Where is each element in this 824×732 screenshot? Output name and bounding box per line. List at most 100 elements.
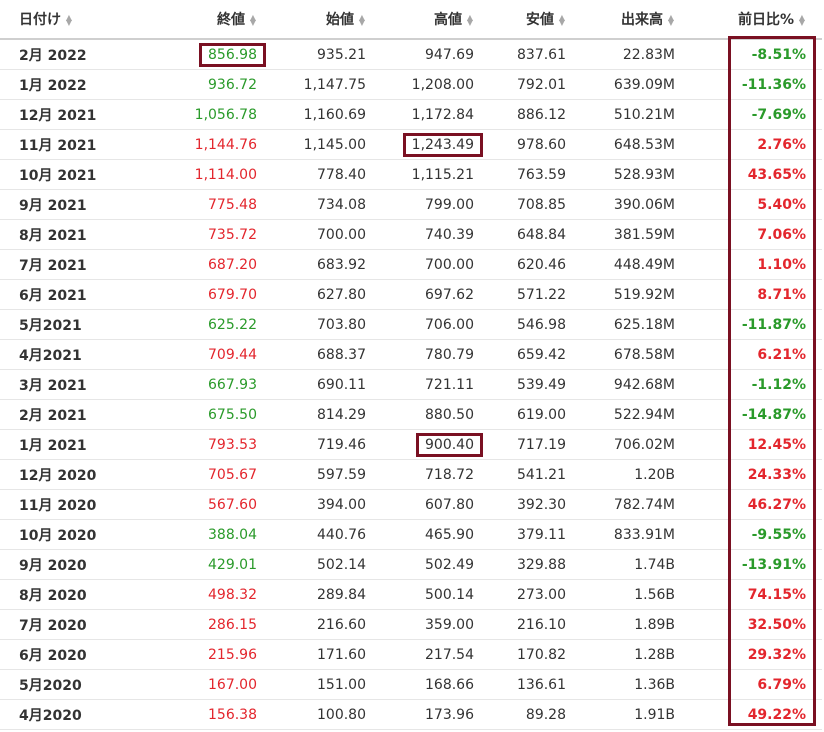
open-cell: 719.46 <box>267 429 376 460</box>
column-header-label: 日付け <box>19 12 61 28</box>
column-header-low[interactable]: 安値 ▲ ▼ <box>484 0 576 40</box>
open-cell: 690.11 <box>267 369 376 400</box>
high-cell: 465.90 <box>376 519 484 550</box>
date-cell: 10月 2020 <box>0 519 158 550</box>
column-header-close[interactable]: 終値 ▲ ▼ <box>158 0 267 40</box>
column-header-open[interactable]: 始値 ▲ ▼ <box>267 0 376 40</box>
highlighted-value: 1,243.49 <box>402 132 483 157</box>
date-cell: 10月 2021 <box>0 159 158 190</box>
change-cell: 6.79% <box>685 669 822 700</box>
volume-cell: 1.20B <box>576 459 685 490</box>
close-cell: 675.50 <box>158 399 267 430</box>
volume-cell: 522.94M <box>576 399 685 430</box>
change-cell: 5.40% <box>685 189 822 220</box>
sort-up-down-icon[interactable]: ▲ ▼ <box>798 14 806 27</box>
volume-cell: 448.49M <box>576 249 685 280</box>
close-cell: 625.22 <box>158 309 267 340</box>
low-cell: 659.42 <box>484 339 576 370</box>
change-cell: 8.71% <box>685 279 822 310</box>
volume-cell: 1.36B <box>576 669 685 700</box>
sort-up-down-icon[interactable]: ▲ ▼ <box>667 14 675 27</box>
open-cell: 683.92 <box>267 249 376 280</box>
table-row: 10月 2020 388.04 440.76 465.90 379.11 833.91M -… <box>0 519 822 550</box>
high-cell: 880.50 <box>376 399 484 430</box>
table-row: 5月2020 167.00 151.00 168.66 136.61 1.36B 6.79% <box>0 669 822 700</box>
high-cell: 700.00 <box>376 249 484 280</box>
close-cell: 705.67 <box>158 459 267 490</box>
date-cell: 2月 2022 <box>0 39 158 70</box>
column-header-high[interactable]: 高値 ▲ ▼ <box>376 0 484 40</box>
close-cell: 1,114.00 <box>158 159 267 190</box>
open-cell: 100.80 <box>267 699 376 730</box>
date-cell: 9月 2021 <box>0 189 158 220</box>
column-header-change[interactable]: 前日比% ▲ ▼ <box>685 0 822 40</box>
date-cell: 12月 2021 <box>0 99 158 130</box>
high-cell: 1,208.00 <box>376 69 484 100</box>
table-row: 3月 2021 667.93 690.11 721.11 539.49 942.68M -1… <box>0 369 822 400</box>
high-cell: 1,115.21 <box>376 159 484 190</box>
date-cell: 6月 2021 <box>0 279 158 310</box>
change-cell: 49.22% <box>685 699 822 730</box>
close-cell: 286.15 <box>158 609 267 640</box>
open-cell: 1,147.75 <box>267 69 376 100</box>
low-cell: 273.00 <box>484 579 576 610</box>
date-cell: 5月2020 <box>0 669 158 700</box>
high-cell: 607.80 <box>376 489 484 520</box>
close-cell: 775.48 <box>158 189 267 220</box>
high-cell: 1,243.49 <box>376 129 484 160</box>
table-row: 7月 2021 687.20 683.92 700.00 620.46 448.49M 1.… <box>0 249 822 280</box>
high-cell: 173.96 <box>376 699 484 730</box>
open-cell: 1,160.69 <box>267 99 376 130</box>
change-cell: 12.45% <box>685 429 822 460</box>
change-cell: 2.76% <box>685 129 822 160</box>
change-cell: 74.15% <box>685 579 822 610</box>
table-row: 11月 2020 567.60 394.00 607.80 392.30 782.74M 4… <box>0 489 822 520</box>
volume-cell: 942.68M <box>576 369 685 400</box>
open-cell: 778.40 <box>267 159 376 190</box>
table-row: 6月 2020 215.96 171.60 217.54 170.82 1.28B 29.3… <box>0 639 822 670</box>
sort-up-down-icon[interactable]: ▲ ▼ <box>466 14 474 27</box>
change-cell: -8.51% <box>685 39 822 70</box>
high-cell: 780.79 <box>376 339 484 370</box>
sort-up-down-icon[interactable]: ▲ ▼ <box>558 14 566 27</box>
date-cell: 4月2020 <box>0 699 158 730</box>
open-cell: 935.21 <box>267 39 376 70</box>
table-row: 7月 2020 286.15 216.60 359.00 216.10 1.89B 32.5… <box>0 609 822 640</box>
table-row: 4月2021 709.44 688.37 780.79 659.42 678.58M 6.2… <box>0 339 822 370</box>
open-cell: 216.60 <box>267 609 376 640</box>
sort-up-down-icon[interactable]: ▲ ▼ <box>249 14 257 27</box>
column-header-label: 高値 <box>434 12 462 28</box>
sort-up-down-icon[interactable]: ▲ ▼ <box>65 14 73 27</box>
low-cell: 620.46 <box>484 249 576 280</box>
sort-up-down-icon[interactable]: ▲ ▼ <box>358 14 366 27</box>
high-cell: 359.00 <box>376 609 484 640</box>
column-header-label: 終値 <box>217 12 245 28</box>
date-cell: 12月 2020 <box>0 459 158 490</box>
high-cell: 900.40 <box>376 429 484 460</box>
high-cell: 947.69 <box>376 39 484 70</box>
open-cell: 703.80 <box>267 309 376 340</box>
column-header-volume[interactable]: 出来高 ▲ ▼ <box>576 0 685 40</box>
high-cell: 740.39 <box>376 219 484 250</box>
volume-cell: 706.02M <box>576 429 685 460</box>
open-cell: 440.76 <box>267 519 376 550</box>
change-cell: 1.10% <box>685 249 822 280</box>
close-cell: 1,056.78 <box>158 99 267 130</box>
date-cell: 8月 2021 <box>0 219 158 250</box>
low-cell: 792.01 <box>484 69 576 100</box>
volume-cell: 528.93M <box>576 159 685 190</box>
close-cell: 667.93 <box>158 369 267 400</box>
change-cell: 43.65% <box>685 159 822 190</box>
high-cell: 706.00 <box>376 309 484 340</box>
change-cell: -11.87% <box>685 309 822 340</box>
volume-cell: 22.83M <box>576 39 685 70</box>
volume-cell: 678.58M <box>576 339 685 370</box>
change-cell: -7.69% <box>685 99 822 130</box>
volume-cell: 390.06M <box>576 189 685 220</box>
table-row: 12月 2020 705.67 597.59 718.72 541.21 1.20B 24.… <box>0 459 822 490</box>
change-cell: -9.55% <box>685 519 822 550</box>
volume-cell: 1.89B <box>576 609 685 640</box>
close-cell: 1,144.76 <box>158 129 267 160</box>
column-header-date[interactable]: 日付け ▲ ▼ <box>0 0 158 40</box>
table-row: 1月 2021 793.53 719.46 900.40 717.19 706.02M 12… <box>0 429 822 460</box>
